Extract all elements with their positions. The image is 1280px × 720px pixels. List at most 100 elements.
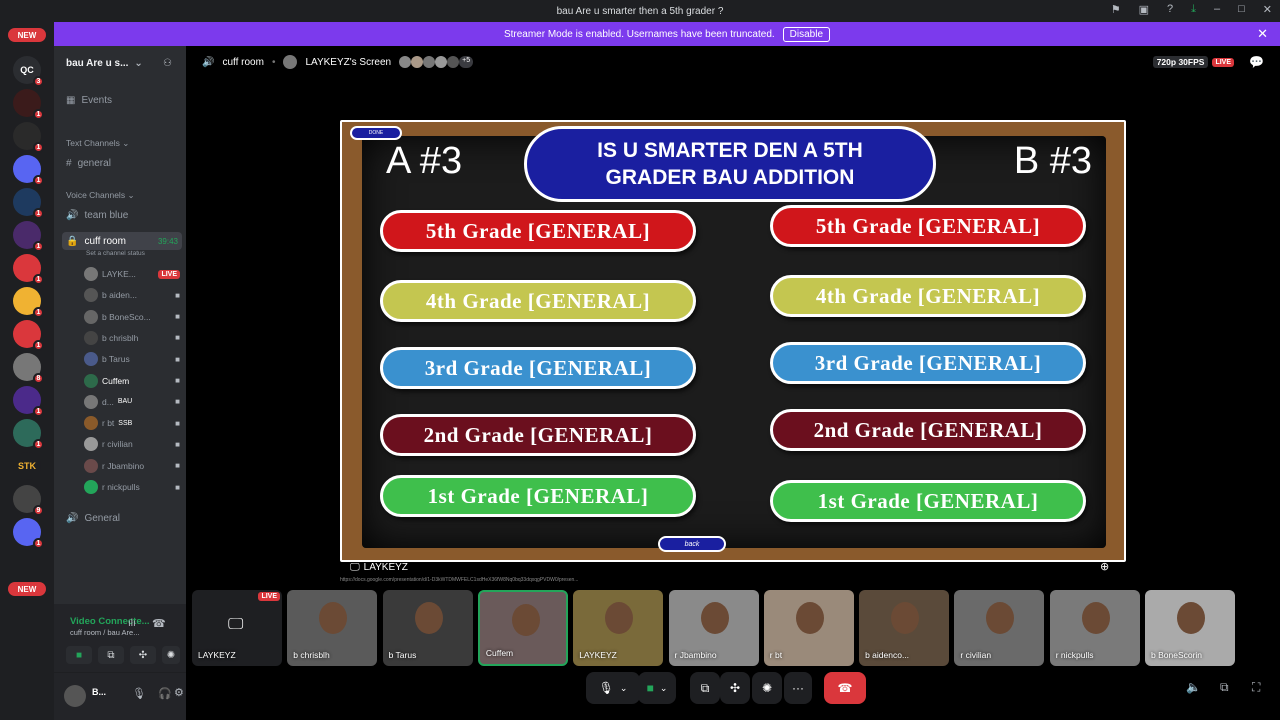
inbox-icon[interactable]: ⚑ (1111, 3, 1121, 16)
server-icon[interactable]: 1 (13, 419, 44, 450)
chevron-down-icon[interactable]: ⌄ (660, 683, 668, 694)
chevron-down-icon[interactable]: ⌄ (620, 683, 628, 694)
left-grade-button[interactable]: 4th Grade [GENERAL] (380, 280, 696, 322)
participant-video (1177, 602, 1205, 634)
server-icon[interactable]: QC 3 (13, 56, 44, 87)
volume-icon[interactable]: 🔈 (1186, 680, 1201, 694)
viewer-avatars[interactable]: +5 (399, 56, 474, 68)
minimize-icon[interactable]: – (1214, 3, 1220, 16)
activities-button[interactable]: ✣ (720, 672, 750, 704)
soundboard-button[interactable]: ✺ (162, 646, 180, 664)
events-item[interactable]: ▦ Events (62, 91, 182, 109)
server-icon[interactable]: 8 (13, 353, 44, 384)
participant-tile[interactable]: b chrisblh (287, 590, 378, 666)
add-member-icon[interactable]: ⚇ (163, 58, 172, 69)
leave-call-button[interactable]: ☎ (824, 672, 866, 704)
left-grade-button[interactable]: 2nd Grade [GENERAL] (380, 414, 696, 456)
stream-quality[interactable]: 720p 30FPS LIVE (1152, 56, 1234, 68)
server-icon[interactable]: 9 (13, 485, 44, 516)
participant-tile[interactable]: b aidenco... (859, 590, 950, 666)
participant-tile[interactable]: r Jbambino (668, 590, 759, 666)
server-icon[interactable]: 1 (13, 287, 44, 318)
disable-streamer-mode-button[interactable]: Disable (782, 26, 831, 42)
voice-user[interactable]: b Tarus ■ (84, 350, 180, 368)
channel-cuff-room[interactable]: 🔒 cuff room 39:43 (62, 232, 182, 250)
text-channels-category[interactable]: Text Channels ⌄ (66, 138, 129, 149)
camera-toggle[interactable]: ■ ⌄ (638, 672, 676, 704)
voice-user[interactable]: r bt SSB ■ (84, 414, 180, 432)
right-grade-button[interactable]: 4th Grade [GENERAL] (770, 275, 1086, 317)
voice-user[interactable]: b BoneSco... ■ (84, 308, 180, 326)
close-banner-icon[interactable]: ✕ (1257, 26, 1268, 42)
guild-header[interactable]: bau Are u s... ⌄ ⚇ (54, 46, 186, 80)
screen-share-button[interactable]: ⧉ (98, 646, 124, 664)
popout-icon[interactable]: ⧉ (1220, 680, 1229, 695)
chat-icon[interactable]: 💬 (1249, 55, 1264, 69)
gear-icon[interactable]: ⚙ (174, 686, 184, 699)
left-grade-button[interactable]: 5th Grade [GENERAL] (380, 210, 696, 252)
participant-tile[interactable]: r nickpulls (1049, 590, 1140, 666)
voice-user[interactable]: b chrisblh ■ (84, 329, 180, 347)
server-icon[interactable]: 1 (13, 122, 44, 153)
channel-team-blue[interactable]: 🔊 team blue (62, 206, 182, 224)
server-icon[interactable]: 1 (13, 254, 44, 285)
avatar[interactable] (64, 685, 86, 707)
screen-icon[interactable]: ▣ (1139, 3, 1149, 16)
soundboard-button[interactable]: ✺ (752, 672, 782, 704)
right-grade-button[interactable]: 2nd Grade [GENERAL] (770, 409, 1086, 451)
done-button[interactable]: DONE (350, 126, 402, 140)
mic-toggle[interactable]: 🎙 ⌄ (586, 672, 640, 704)
back-button[interactable]: back (658, 536, 726, 552)
server-icon[interactable]: 1 (13, 188, 44, 219)
server-icon[interactable]: 1 (13, 155, 44, 186)
participant-tile[interactable]: 🖵 LAYKEYZ LIVE (192, 590, 282, 666)
participant-tile[interactable]: b Tarus (382, 590, 473, 666)
download-icon[interactable]: ⤓ (1191, 3, 1196, 16)
server-icon[interactable]: STK (13, 452, 41, 480)
headphones-icon[interactable]: 🎧 (158, 687, 172, 700)
new-pill-top[interactable]: NEW (8, 28, 46, 42)
voice-user[interactable]: r civilian ■ (84, 435, 180, 453)
screen-share-button[interactable]: ⧉ (690, 672, 720, 704)
disconnect-icon[interactable]: ☎ (152, 617, 166, 630)
voice-channels-category[interactable]: Voice Channels ⌄ (66, 190, 135, 201)
voice-location[interactable]: cuff room / bau Are... (70, 628, 139, 637)
channel-general[interactable]: # general (62, 154, 182, 172)
right-grade-button[interactable]: 5th Grade [GENERAL] (770, 205, 1086, 247)
voice-user[interactable]: r nickpulls ■ (84, 478, 180, 496)
left-grade-button[interactable]: 3rd Grade [GENERAL] (380, 347, 696, 389)
activities-button[interactable]: ✣ (130, 646, 156, 664)
camera-button[interactable]: ■ (66, 646, 92, 664)
server-icon[interactable]: 1 (13, 221, 44, 252)
fullscreen-icon[interactable]: ⛶ (1252, 680, 1260, 695)
signal-icon[interactable]: ılı (128, 618, 136, 629)
participant-tile[interactable]: LAYKEYZ (573, 590, 664, 666)
right-grade-button[interactable]: 3rd Grade [GENERAL] (770, 342, 1086, 384)
left-grade-button[interactable]: 1st Grade [GENERAL] (380, 475, 696, 517)
mic-icon[interactable]: 🎙 (132, 687, 146, 700)
help-icon[interactable]: ? (1167, 3, 1173, 16)
shared-screen-slide[interactable]: DONE A #3 B #3 IS U SMARTER DEN A 5TH GR… (340, 120, 1126, 562)
channel-status[interactable]: Set a channel status (86, 250, 145, 257)
voice-user[interactable]: b aiden... ■ (84, 286, 180, 304)
right-grade-button[interactable]: 1st Grade [GENERAL] (770, 480, 1086, 522)
maximize-icon[interactable]: □ (1238, 3, 1245, 16)
channel-general-voice[interactable]: 🔊 General (62, 509, 182, 527)
voice-user[interactable]: d... BAU ■ (84, 393, 180, 411)
server-icon[interactable]: 1 (13, 89, 44, 120)
voice-user[interactable]: Cuffem ■ (84, 372, 180, 390)
close-window-icon[interactable]: ✕ (1263, 3, 1272, 16)
participant-tile[interactable]: Cuffem (477, 590, 568, 666)
new-pill-bottom[interactable]: NEW (8, 582, 46, 596)
participant-tile[interactable]: b BoneScorin (1145, 590, 1235, 666)
server-icon[interactable]: 1 (13, 320, 44, 351)
participant-tile[interactable]: r civilian (954, 590, 1045, 666)
voice-user[interactable]: LAYKE... LIVE (84, 265, 180, 283)
zoom-icon[interactable]: ⊕ (1100, 560, 1109, 573)
server-icon[interactable]: 1 (13, 518, 44, 549)
camera-icon: ■ (175, 376, 180, 385)
voice-user[interactable]: r Jbambino ■ (84, 457, 180, 475)
more-button[interactable]: ··· (784, 672, 812, 704)
participant-tile[interactable]: r bt (763, 590, 854, 666)
server-icon[interactable]: 1 (13, 386, 44, 417)
